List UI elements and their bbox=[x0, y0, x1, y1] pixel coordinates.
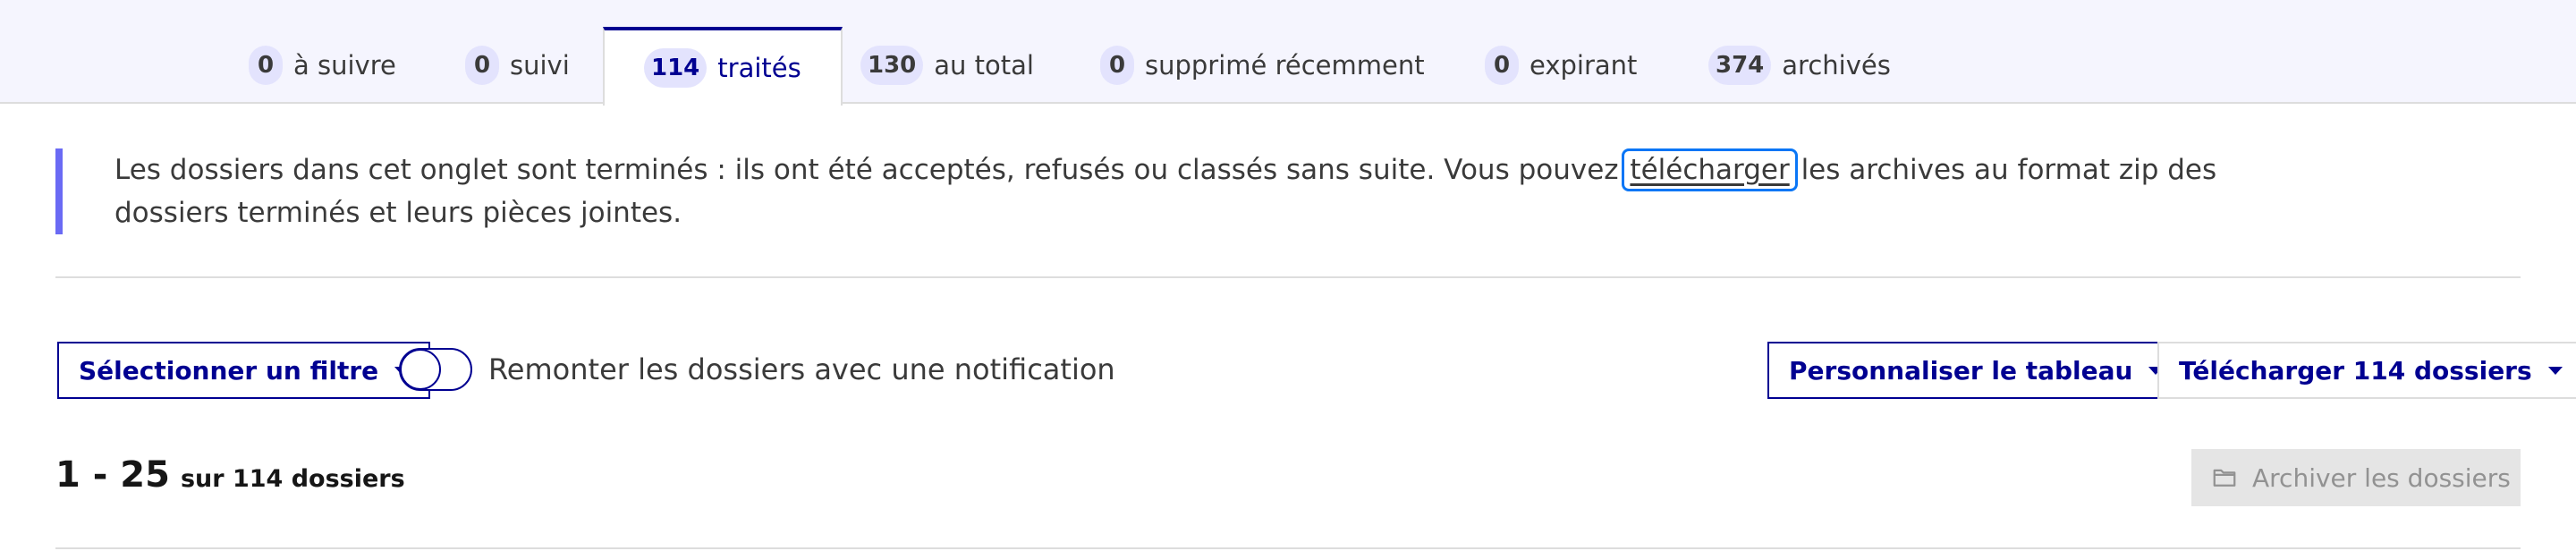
tab-label: au total bbox=[934, 50, 1034, 81]
download-dossiers-button[interactable]: Télécharger 114 dossiers bbox=[2157, 342, 2576, 399]
info-notice: Les dossiers dans cet onglet sont termin… bbox=[55, 148, 2229, 234]
tab-label: à suivre bbox=[293, 50, 396, 81]
tab-count-badge: 130 bbox=[860, 46, 924, 85]
tab-label: expirant bbox=[1530, 50, 1638, 81]
tab-bar: 0 à suivre 0 suivi 114 traités 130 au to… bbox=[0, 0, 2576, 106]
notification-sort-toggle-group: Remonter les dossiers avec une notificat… bbox=[399, 344, 1115, 394]
archive-dossiers-label: Archiver les dossiers bbox=[2252, 462, 2511, 493]
select-filter-label: Sélectionner un filtre bbox=[79, 355, 379, 386]
total-count: sur 114 dossiers bbox=[180, 465, 405, 493]
archive-dossiers-button[interactable]: Archiver les dossiers bbox=[2191, 449, 2521, 506]
tab-count-badge: 0 bbox=[1100, 46, 1134, 85]
divider bbox=[55, 547, 2521, 549]
tab-label: archivés bbox=[1782, 50, 1891, 81]
tab-au-total[interactable]: 130 au total bbox=[860, 27, 1034, 104]
tab-a-suivre[interactable]: 0 à suivre bbox=[249, 27, 396, 104]
customize-table-label: Personnaliser le tableau bbox=[1789, 355, 2133, 386]
folder-icon bbox=[2211, 464, 2238, 491]
tab-supprime-recemment[interactable]: 0 supprimé récemment bbox=[1100, 27, 1425, 104]
tab-expirant[interactable]: 0 expirant bbox=[1485, 27, 1637, 104]
notification-sort-toggle[interactable] bbox=[399, 348, 472, 391]
tab-count-badge: 114 bbox=[644, 48, 708, 88]
tab-label: supprimé récemment bbox=[1145, 50, 1425, 81]
tab-count-badge: 0 bbox=[1485, 46, 1519, 85]
tab-count-badge: 0 bbox=[465, 46, 499, 85]
divider bbox=[55, 276, 2521, 278]
tab-label: traités bbox=[717, 53, 801, 83]
select-filter-button[interactable]: Sélectionner un filtre bbox=[57, 342, 431, 399]
customize-table-button[interactable]: Personnaliser le tableau bbox=[1767, 342, 2185, 399]
tab-suivi[interactable]: 0 suivi bbox=[465, 27, 570, 104]
pagination-summary: 1 - 25 sur 114 dossiers bbox=[55, 454, 405, 496]
notice-text-before: Les dossiers dans cet onglet sont termin… bbox=[114, 154, 1628, 186]
tab-label: suivi bbox=[510, 50, 570, 81]
toggle-label: Remonter les dossiers avec une notificat… bbox=[488, 352, 1115, 386]
tab-count-badge: 0 bbox=[249, 46, 283, 85]
tab-archives[interactable]: 374 archivés bbox=[1708, 27, 1891, 104]
download-archives-link[interactable]: télécharger bbox=[1622, 148, 1798, 191]
chevron-down-icon bbox=[2547, 366, 2563, 375]
page-range: 1 - 25 bbox=[55, 454, 170, 496]
tab-traites[interactable]: 114 traités bbox=[603, 27, 843, 106]
download-dossiers-label: Télécharger 114 dossiers bbox=[2179, 355, 2532, 386]
tab-count-badge: 374 bbox=[1708, 46, 1772, 85]
toggle-knob bbox=[400, 349, 441, 390]
